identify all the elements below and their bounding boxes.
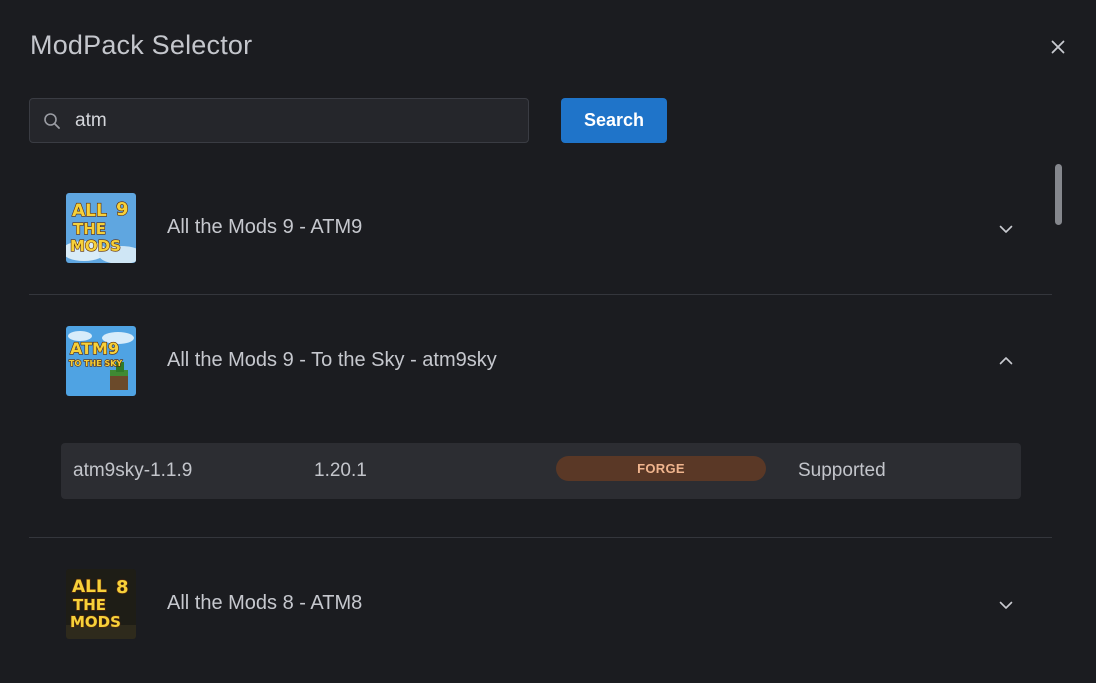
chevron-down-icon bbox=[999, 225, 1013, 233]
version-row[interactable]: atm9sky-1.1.9 1.20.1 FORGE Supported bbox=[61, 443, 1021, 499]
search-icon bbox=[43, 111, 63, 131]
modpack-name: All the Mods 8 - ATM8 bbox=[167, 592, 363, 614]
modpack-selector-dialog: ModPack Selector Search ALL 9 bbox=[0, 0, 1096, 683]
support-status: Supported bbox=[798, 460, 886, 481]
svg-text:ATM9: ATM9 bbox=[70, 339, 119, 358]
minecraft-version: 1.20.1 bbox=[314, 460, 367, 481]
collapse-button[interactable] bbox=[997, 351, 1015, 369]
expand-button[interactable] bbox=[997, 220, 1015, 238]
modpack-item-expanded[interactable]: ATM9 TO THE SKY All the Mods 9 - To the … bbox=[29, 295, 1052, 415]
chevron-down-icon bbox=[999, 601, 1013, 609]
loader-badge: FORGE bbox=[556, 456, 766, 481]
chevron-up-icon bbox=[999, 356, 1013, 364]
svg-text:MODS: MODS bbox=[70, 613, 121, 631]
scrollbar-thumb[interactable] bbox=[1055, 164, 1062, 225]
svg-text:THE: THE bbox=[73, 596, 106, 614]
dialog-title: ModPack Selector bbox=[30, 30, 253, 60]
svg-text:ALL: ALL bbox=[72, 201, 107, 221]
svg-text:TO THE SKY: TO THE SKY bbox=[69, 359, 122, 368]
svg-text:9: 9 bbox=[116, 199, 129, 220]
expand-button[interactable] bbox=[997, 596, 1015, 614]
modpack-item[interactable]: ALL 8 THE MODS All the Mods 8 - ATM8 bbox=[29, 538, 1052, 668]
close-icon bbox=[1051, 40, 1065, 54]
search-input[interactable] bbox=[63, 99, 528, 142]
modpack-thumbnail: ALL 9 THE MODS bbox=[66, 193, 136, 263]
modpack-thumbnail: ATM9 TO THE SKY bbox=[66, 326, 136, 396]
svg-text:MODS: MODS bbox=[70, 237, 121, 255]
version-name: atm9sky-1.1.9 bbox=[73, 460, 193, 481]
modpack-thumbnail: ALL 8 THE MODS bbox=[66, 569, 136, 639]
search-field[interactable] bbox=[29, 98, 529, 143]
close-button[interactable] bbox=[1047, 36, 1069, 58]
modpack-item[interactable]: ALL 9 THE MODS All the Mods 9 - ATM9 bbox=[29, 164, 1052, 294]
svg-text:THE: THE bbox=[73, 220, 106, 238]
svg-text:8: 8 bbox=[116, 577, 129, 598]
modpack-name: All the Mods 9 - To the Sky - atm9sky bbox=[167, 349, 497, 371]
modpack-name: All the Mods 9 - ATM9 bbox=[167, 216, 363, 238]
svg-text:ALL: ALL bbox=[72, 577, 107, 597]
search-button[interactable]: Search bbox=[561, 98, 667, 143]
